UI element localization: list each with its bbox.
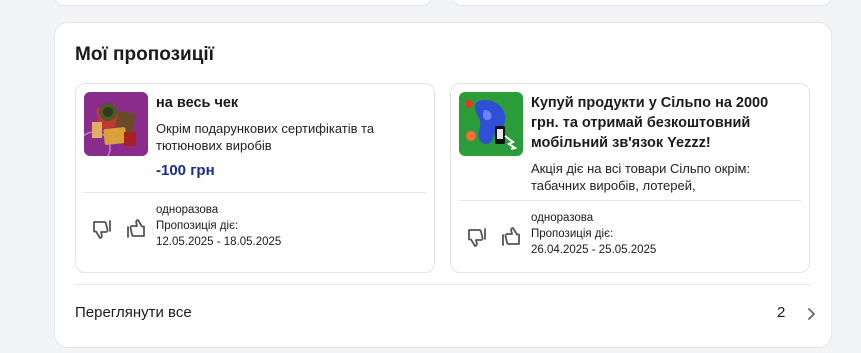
offer-meta: одноразова Пропозиція діє: 12.05.2025 - …: [156, 202, 281, 250]
offer-frequency: одноразова: [531, 212, 594, 224]
chevron-right-icon[interactable]: [803, 305, 819, 323]
offer-title: на весь чек: [156, 95, 239, 111]
view-all-link[interactable]: Переглянути все: [75, 304, 192, 321]
previous-card-left: [54, 0, 432, 6]
footer-divider: [75, 284, 811, 285]
offer-validity-label: Пропозиція діє:: [156, 220, 239, 232]
offers-count: 2: [777, 304, 786, 321]
divider: [459, 200, 801, 201]
offer-validity-dates: 12.05.2025 - 18.05.2025: [156, 236, 282, 248]
offer-title: Купуй продукти у Сільпо на 2000 грн. та …: [531, 95, 769, 151]
offer-description: Окрім подарункових сертифікатів та тютюн…: [156, 121, 375, 153]
my-offers-panel: Мої пропозиції на весь чек Окрім подарун…: [54, 22, 832, 348]
offer-validity-label: Пропозиція діє:: [531, 228, 614, 240]
offer-frequency: одноразова: [156, 204, 219, 216]
divider: [84, 192, 426, 193]
thumbs-down-icon[interactable]: [465, 224, 491, 250]
offer-discount-value: -100 грн: [156, 162, 215, 179]
offer-card-2[interactable]: Купуй продукти у Сільпо на 2000 грн. та …: [450, 83, 810, 273]
previous-card-right: [452, 0, 832, 6]
offer-description: Акція діє на всі товари Сільпо окрім: та…: [531, 161, 751, 193]
offer-validity-dates: 26.04.2025 - 25.05.2025: [531, 244, 657, 256]
section-title: Мої пропозиції: [75, 44, 215, 65]
thumbs-down-icon[interactable]: [90, 216, 116, 242]
offer-meta: одноразова Пропозиція діє: 26.04.2025 - …: [531, 210, 656, 258]
offer-thumbnail: [459, 92, 523, 156]
thumbs-up-icon[interactable]: [497, 224, 523, 250]
thumbs-up-icon[interactable]: [122, 216, 148, 242]
offer-card-1[interactable]: на весь чек Окрім подарункових сертифіка…: [75, 83, 435, 273]
offer-thumbnail: [84, 92, 148, 156]
